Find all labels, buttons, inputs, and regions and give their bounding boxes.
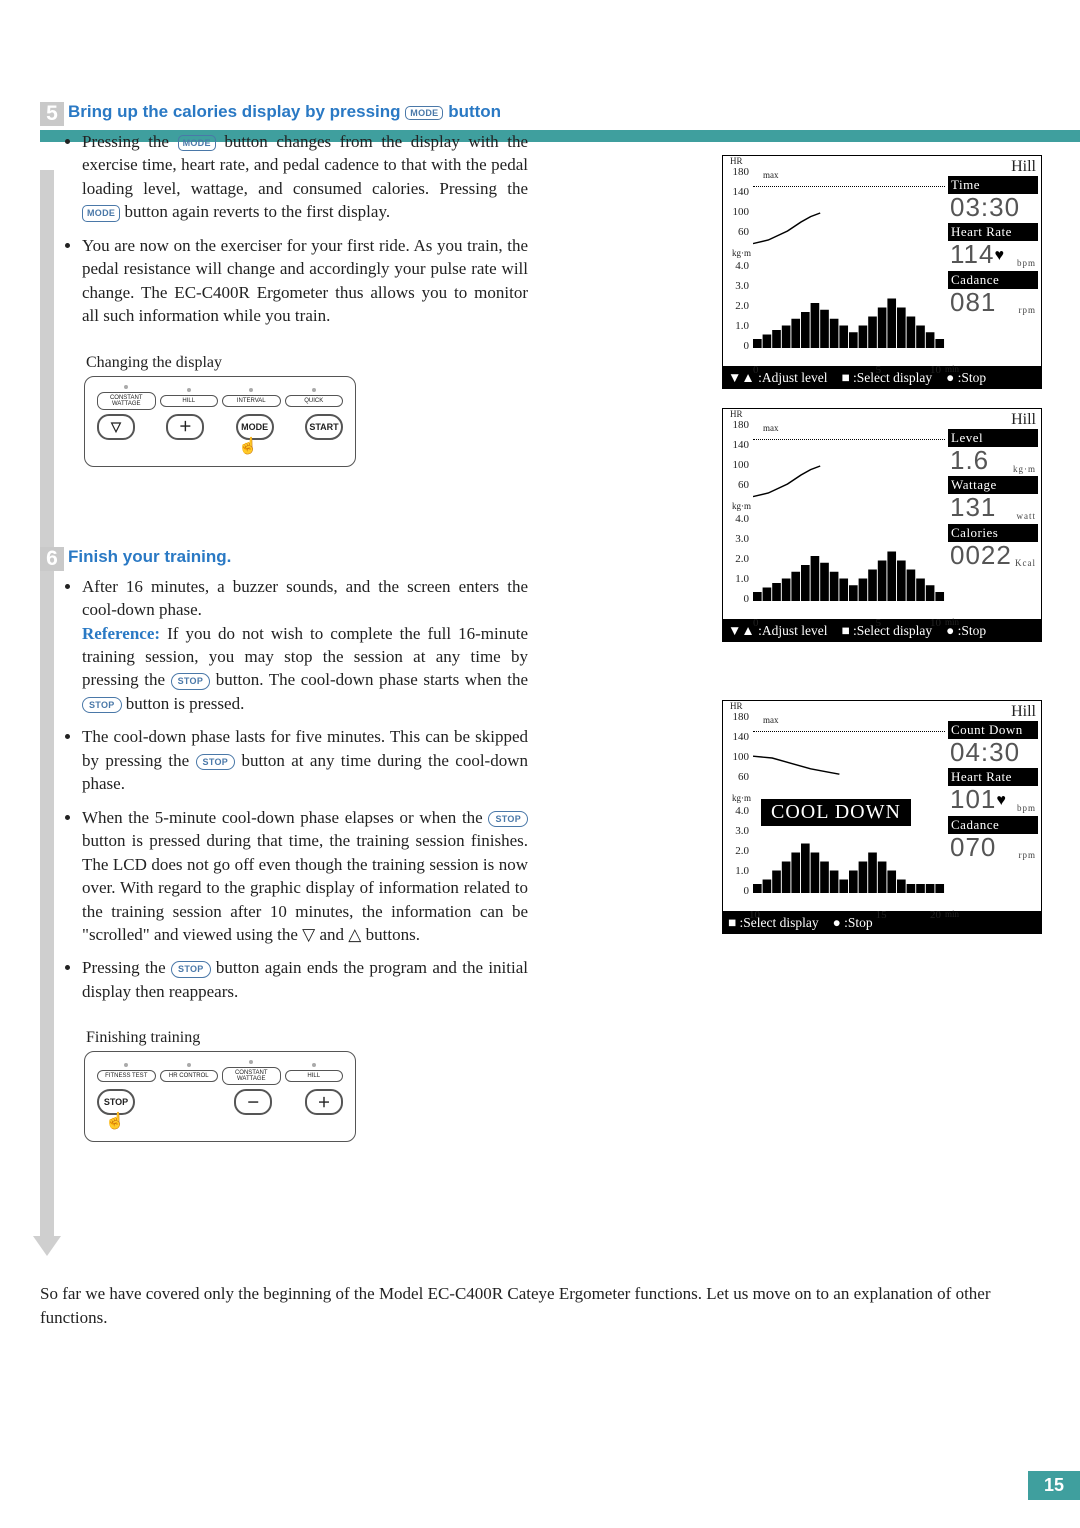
key-hill: HILL [160,395,219,407]
stop-button-icon: STOP [196,754,236,770]
cool-down-overlay: COOL DOWN [761,799,911,826]
down-button: － [234,1089,272,1115]
display-legend: :Adjust level:Select display:Stop [722,367,1042,389]
readout-cadence-value: 081rpm [948,289,1038,318]
keypad-caption: Changing the display [86,354,528,372]
readout-countdown-value: 04:30 [948,739,1038,768]
chart-3: COOL DOWN [753,713,945,893]
step-5: 5 Bring up the calories display by press… [68,102,528,467]
load-bar-chart [753,511,945,601]
step-6-title: Finish your training. [68,547,528,567]
mode-button-icon: MODE [405,106,443,120]
hr-line-chart [753,168,945,258]
step-6-bullet-2: The cool-down phase lasts for five minut… [82,725,528,795]
up-button: ＋ [305,1089,343,1115]
hr-line-chart [753,713,945,803]
key-interval: INTERVAL [222,395,281,407]
key-constant-wattage: CONSTANT WATTAGE [222,1067,281,1085]
step-6-bullet-4: Pressing the STOP button again ends the … [82,956,528,1003]
readout-hr-value: 101♥bpm [948,786,1038,815]
step-flow-arrow [40,170,54,1238]
readout-hr-value: 114♥bpm [948,241,1038,270]
readout-calories-value: 0022Kcal [948,542,1038,571]
readout-level-value: 1.6kg·m [948,447,1038,476]
up-button: ＋ [166,414,204,440]
display-legend: :Adjust level:Select display:Stop [722,620,1042,642]
stop-button-icon: STOP [171,673,211,689]
mode-button-icon: MODE [82,205,120,221]
lcd-display-2: HR Hill max 180 140 100 60 kg·m 4.0 3.0 … [722,408,1042,642]
key-fitness-test: FITNESS TEST [97,1070,156,1082]
keypad-change-display: CONSTANT WATTAGE HILL INTERVAL QUICK ▽ ＋… [84,376,356,467]
reference-label: Reference: [82,624,160,643]
heart-icon: ♥ [996,792,1007,809]
footer-paragraph: So far we have covered only the beginnin… [40,1282,1040,1330]
hr-axis-label: HR [730,156,743,166]
key-constant-wattage: CONSTANT WATTAGE [97,392,156,410]
step-5-bullet-1: Pressing the MODE button changes from th… [82,130,528,224]
step-5-title: Bring up the calories display by pressin… [68,102,528,122]
chart-2 [753,421,945,601]
step-5-bullet-2: You are now on the exerciser for your fi… [82,234,528,328]
mode-label: Hill [1011,158,1036,176]
start-button: START [305,414,343,440]
hr-line-chart [753,421,945,511]
step-6: 6 Finish your training. After 16 minutes… [68,547,528,1143]
key-hill: HILL [285,1070,344,1082]
load-bar-chart [753,258,945,348]
step-5-bullets: Pressing the MODE button changes from th… [68,130,528,328]
step-6-bullet-1: After 16 minutes, a buzzer sounds, and t… [82,575,528,716]
readout-wattage-value: 131watt [948,494,1038,523]
key-hr-control: HR CONTROL [160,1070,219,1082]
step-6-bullets: After 16 minutes, a buzzer sounds, and t… [68,575,528,1004]
heart-icon: ♥ [994,247,1005,264]
readout-time-value: 03:30 [948,194,1038,223]
page-number: 15 [1028,1471,1080,1500]
chart-1 [753,168,945,348]
mode-button-icon: MODE [178,135,216,151]
keypad-caption-finish: Finishing training [86,1029,528,1047]
down-button: ▽ [97,414,135,440]
lcd-display-3: HR Hill max 180 140 100 60 kg·m 4.0 3.0 … [722,700,1042,934]
stop-button-icon: STOP [171,961,211,977]
step-number-5: 5 [40,102,64,126]
readout-cadence-value: 070rpm [948,834,1038,863]
stop-button-icon: STOP [488,811,528,827]
step-6-bullet-3: When the 5-minute cool-down phase elapse… [82,806,528,947]
finger-press-icon: ☝ [105,1111,345,1131]
stop-button-icon: STOP [82,697,122,713]
keypad-finish-training: FITNESS TEST HR CONTROL CONSTANT WATTAGE… [84,1051,356,1142]
lcd-display-1: HR Hill max 180 140 100 60 kg·m 4.0 3.0 … [722,155,1042,389]
step-number-6: 6 [40,547,64,571]
key-quick: QUICK [285,395,344,407]
